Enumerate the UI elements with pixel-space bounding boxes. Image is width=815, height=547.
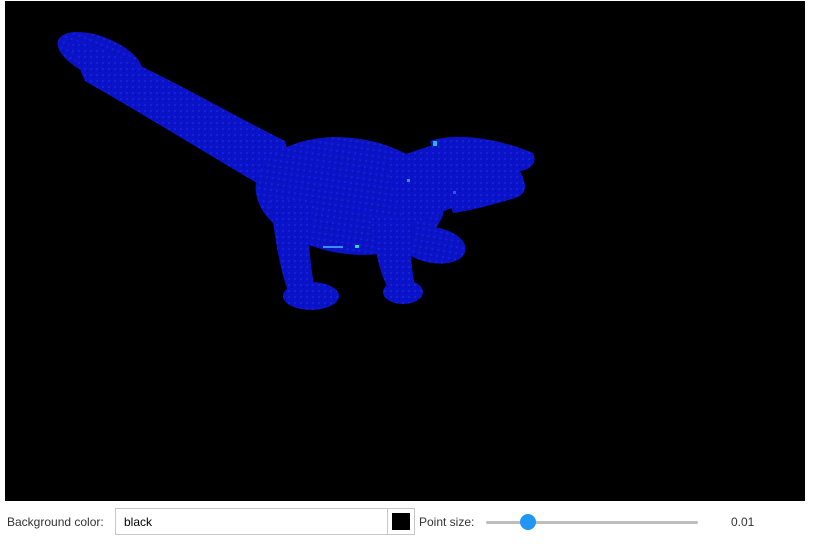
point-cloud-viewer[interactable]: [5, 1, 805, 501]
slider-thumb[interactable]: [520, 514, 537, 530]
background-color-label: Background color:: [7, 515, 104, 529]
background-color-input[interactable]: [115, 508, 387, 535]
controls-bar: Background color: Point size: 0.01: [0, 505, 815, 539]
dinosaur-shape: [57, 31, 535, 310]
point-size-slider[interactable]: [486, 513, 698, 531]
color-swatch-icon: [392, 513, 410, 530]
color-picker-button[interactable]: [387, 508, 415, 535]
slider-track: [486, 521, 698, 524]
dinosaur-point-cloud: [57, 31, 535, 310]
point-size-value: 0.01: [731, 515, 755, 529]
point-size-label: Point size:: [419, 515, 475, 529]
